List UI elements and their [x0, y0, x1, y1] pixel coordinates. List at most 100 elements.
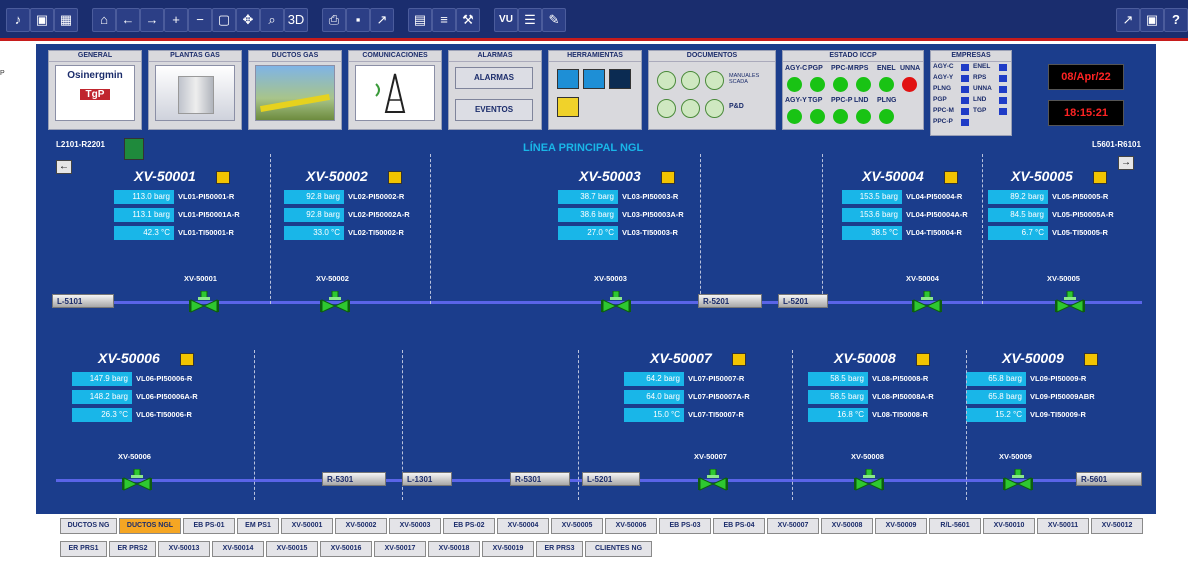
valve-icon[interactable] [601, 290, 631, 313]
nav-button[interactable]: XV-50013 [158, 541, 210, 557]
vu-icon[interactable]: VU [494, 8, 518, 32]
empresa-status-icon[interactable] [961, 97, 969, 104]
nav-button[interactable]: XV-50005 [551, 518, 603, 534]
nav-button[interactable]: XV-50015 [266, 541, 318, 557]
value-box[interactable]: 148.2 barg [72, 390, 132, 404]
empresa-status-icon[interactable] [999, 64, 1007, 71]
pipe-connector[interactable]: L-5201 [778, 294, 828, 308]
value-box[interactable]: 26.3 °C [72, 408, 132, 422]
value-box[interactable]: 153.5 barg [842, 190, 902, 204]
trend-chart-icon[interactable] [216, 171, 230, 184]
nav-button[interactable]: XV-50002 [335, 518, 387, 534]
valve-title[interactable]: XV-50001 [134, 168, 196, 184]
value-box[interactable]: 92.8 barg [284, 190, 344, 204]
pipe-connector[interactable]: L-5101 [52, 294, 114, 308]
manuales-label[interactable]: MANUALES SCADA [729, 73, 773, 85]
trend-chart-icon[interactable] [944, 171, 958, 184]
nav-button[interactable]: XV-50001 [281, 518, 333, 534]
value-box[interactable]: 64.0 barg [624, 390, 684, 404]
pan-icon[interactable]: ✥ [236, 8, 260, 32]
home-icon[interactable]: ⌂ [92, 8, 116, 32]
trend-chart-icon[interactable] [180, 353, 194, 366]
value-box[interactable]: 65.8 barg [966, 372, 1026, 386]
nav-button[interactable]: R/L-5601 [929, 518, 981, 534]
nav-button[interactable]: XV-50018 [428, 541, 480, 557]
empresa-status-icon[interactable] [961, 64, 969, 71]
excel-icon[interactable] [124, 138, 144, 160]
value-box[interactable]: 113.0 barg [114, 190, 174, 204]
nav-button[interactable]: XV-50016 [320, 541, 372, 557]
eventos-button[interactable]: EVENTOS [455, 99, 533, 121]
alarmas-button[interactable]: ALARMAS [455, 67, 533, 89]
nav-button[interactable]: EB PS-01 [183, 518, 235, 534]
value-box[interactable]: 92.8 barg [284, 208, 344, 222]
valve-title[interactable]: XV-50004 [862, 168, 924, 184]
search-icon[interactable]: ⌕ [260, 8, 284, 32]
pid-label[interactable]: P&D [729, 103, 744, 110]
prev-arrow-icon[interactable]: ← [56, 160, 72, 174]
valve-icon[interactable] [320, 290, 350, 313]
value-box[interactable]: 38.5 °C [842, 226, 902, 240]
nav-button[interactable]: XV-50008 [821, 518, 873, 534]
zoom-out-icon[interactable]: − [188, 8, 212, 32]
value-box[interactable]: 84.5 barg [988, 208, 1048, 222]
empresa-status-icon[interactable] [961, 119, 969, 126]
users-icon[interactable]: ▣ [1140, 8, 1164, 32]
nav-button[interactable]: XV-50014 [212, 541, 264, 557]
pipe-connector[interactable]: R-5301 [322, 472, 386, 486]
value-box[interactable]: 58.5 barg [808, 390, 868, 404]
pipe-connector[interactable]: R-5201 [698, 294, 762, 308]
plantas-image[interactable] [155, 65, 235, 121]
nav-button[interactable]: XV-50017 [374, 541, 426, 557]
trend-chart-icon[interactable] [916, 353, 930, 366]
valve-icon[interactable] [912, 290, 942, 313]
value-box[interactable]: 153.6 barg [842, 208, 902, 222]
value-box[interactable]: 65.8 barg [966, 390, 1026, 404]
empresa-status-icon[interactable] [999, 97, 1007, 104]
pen-icon[interactable]: ✎ [542, 8, 566, 32]
doc-6-icon[interactable] [705, 99, 724, 118]
tool-3-icon[interactable] [609, 69, 631, 89]
nav-button[interactable]: XV-50019 [482, 541, 534, 557]
trend-chart-icon[interactable] [388, 171, 402, 184]
valve-icon[interactable] [122, 468, 152, 491]
tool-2-icon[interactable] [583, 69, 605, 89]
doc-1-icon[interactable] [657, 71, 676, 90]
zoom-in-icon[interactable]: + [164, 8, 188, 32]
valve-title[interactable]: XV-50008 [834, 350, 896, 366]
fit-icon[interactable]: ▢ [212, 8, 236, 32]
next-arrow-icon[interactable]: → [1118, 156, 1134, 170]
doc-2-icon[interactable] [681, 71, 700, 90]
report-icon[interactable]: ≡ [432, 8, 456, 32]
valve-icon[interactable] [189, 290, 219, 313]
nav-button[interactable]: XV-50006 [605, 518, 657, 534]
valve-title[interactable]: XV-50007 [650, 350, 712, 366]
value-box[interactable]: 33.0 °C [284, 226, 344, 240]
value-box[interactable]: 58.5 barg [808, 372, 868, 386]
value-box[interactable]: 6.7 °C [988, 226, 1048, 240]
ductos-image[interactable] [255, 65, 335, 121]
3d-icon[interactable]: 3D [284, 8, 308, 32]
nav-button[interactable]: XV-50010 [983, 518, 1035, 534]
valve-icon[interactable] [698, 468, 728, 491]
nav-button[interactable]: CLIENTES NG [585, 541, 652, 557]
value-box[interactable]: 15.0 °C [624, 408, 684, 422]
forward-icon[interactable]: → [140, 8, 164, 32]
value-box[interactable]: 147.9 barg [72, 372, 132, 386]
pipe-connector[interactable]: L-5201 [582, 472, 640, 486]
comunicaciones-image[interactable] [355, 65, 435, 121]
valve-title[interactable]: XV-50003 [579, 168, 641, 184]
back-icon[interactable]: ← [116, 8, 140, 32]
trend-chart-icon[interactable] [1084, 353, 1098, 366]
value-box[interactable]: 113.1 barg [114, 208, 174, 222]
trend-icon[interactable]: ↗ [1116, 8, 1140, 32]
valve-title[interactable]: XV-50006 [98, 350, 160, 366]
help-icon[interactable]: ? [1164, 8, 1188, 32]
value-box[interactable]: 38.6 barg [558, 208, 618, 222]
value-box[interactable]: 38.7 barg [558, 190, 618, 204]
trend-chart-icon[interactable] [732, 353, 746, 366]
pipe-connector[interactable]: R-5601 [1076, 472, 1142, 486]
nav-button[interactable]: EB PS-03 [659, 518, 711, 534]
valve-title[interactable]: XV-50002 [306, 168, 368, 184]
valve-icon[interactable] [1003, 468, 1033, 491]
